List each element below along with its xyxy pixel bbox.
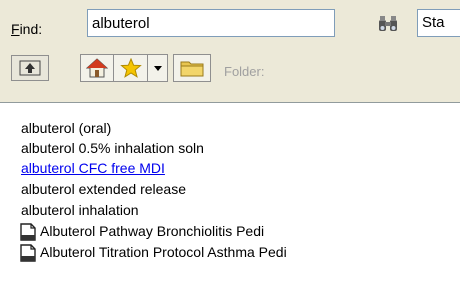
results-list: albuterol (oral) albuterol 0.5% inhalati… [0, 103, 460, 306]
up-arrow-icon [19, 60, 41, 76]
list-item[interactable]: albuterol extended release [21, 180, 186, 199]
document-icon [20, 243, 36, 262]
dropdown-arrow-icon [153, 66, 162, 71]
find-label: Find: [11, 21, 43, 37]
list-item[interactable]: albuterol 0.5% inhalation soln [21, 139, 204, 158]
list-item-document[interactable]: Albuterol Titration Protocol Asthma Pedi [19, 243, 287, 262]
search-toolbar: Find: Sta [0, 0, 460, 103]
folder-button[interactable] [173, 54, 211, 82]
binoculars-icon[interactable] [377, 14, 399, 34]
folder-label: Folder: [224, 64, 265, 79]
home-button[interactable] [80, 54, 114, 82]
home-icon [86, 58, 108, 78]
document-icon [20, 222, 36, 241]
list-item[interactable]: albuterol (oral) [21, 119, 111, 138]
list-item-label: Albuterol Pathway Bronchiolitis Pedi [40, 223, 265, 239]
folder-icon [180, 61, 204, 77]
list-item-document[interactable]: Albuterol Pathway Bronchiolitis Pedi [19, 222, 264, 241]
search-input[interactable] [87, 9, 335, 37]
list-item-label: Albuterol Titration Protocol Asthma Pedi [40, 244, 287, 260]
favorites-dropdown-button[interactable] [148, 54, 168, 82]
list-item[interactable]: albuterol inhalation [21, 201, 139, 220]
list-item-link[interactable]: albuterol CFC free MDI [21, 159, 165, 178]
favorites-button[interactable] [114, 54, 148, 82]
star-icon [119, 58, 142, 78]
up-button[interactable] [11, 55, 49, 81]
search-start-combo[interactable]: Sta [417, 9, 460, 37]
